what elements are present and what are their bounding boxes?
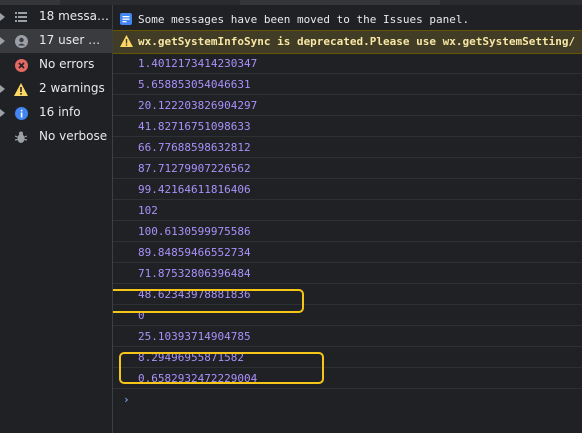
- expand-arrow-icon[interactable]: [0, 37, 5, 45]
- warning-icon: [14, 82, 28, 96]
- issues-notice: Some messages have been moved to the Iss…: [113, 10, 582, 30]
- list-icon: [14, 10, 28, 24]
- log-value: 102: [138, 204, 158, 217]
- sidebar-item-user-messages[interactable]: 17 user mes...: [0, 29, 112, 53]
- info-icon: [14, 106, 28, 120]
- console-output[interactable]: Some messages have been moved to the Iss…: [113, 5, 582, 433]
- sidebar-item-label: 17 user mes...: [39, 33, 111, 47]
- log-value: 5.658853054046631: [138, 78, 251, 91]
- log-row[interactable]: 20.122203826904297: [113, 95, 582, 116]
- info-square-icon: [120, 13, 132, 28]
- sidebar-item-label: 18 messages: [39, 9, 111, 23]
- issues-notice-text: Some messages have been moved to the Iss…: [138, 13, 470, 26]
- log-row[interactable]: 5.658853054046631: [113, 74, 582, 95]
- warning-icon: [120, 35, 133, 50]
- log-value: 41.82716751098633: [138, 120, 251, 133]
- log-value: 20.122203826904297: [138, 99, 258, 112]
- log-row[interactable]: 41.82716751098633: [113, 116, 582, 137]
- log-row[interactable]: 1.4012173414230347: [113, 53, 582, 74]
- log-value: 100.6130599975586: [138, 225, 251, 238]
- warning-message[interactable]: wx.getSystemInfoSync is deprecated.Pleas…: [113, 30, 582, 54]
- highlight-box-last: [119, 352, 324, 384]
- log-row[interactable]: 89.84859466552734: [113, 242, 582, 263]
- sidebar-item-info[interactable]: 16 info: [0, 101, 112, 125]
- log-value: 1.4012173414230347: [138, 57, 258, 70]
- sidebar-item-errors[interactable]: No errors: [0, 53, 112, 77]
- log-row[interactable]: 71.87532806396484: [113, 263, 582, 284]
- warning-text: wx.getSystemInfoSync is deprecated.Pleas…: [138, 35, 576, 48]
- prompt-caret-icon: ›: [123, 393, 130, 406]
- log-row[interactable]: 25.10393714904785: [113, 326, 582, 347]
- sidebar-item-label: No verbose: [39, 129, 108, 143]
- log-value: 87.71279907226562: [138, 162, 251, 175]
- expand-arrow-icon[interactable]: [0, 13, 5, 21]
- log-row[interactable]: 99.42164611816406: [113, 179, 582, 200]
- sidebar-item-label: No errors: [39, 57, 95, 71]
- sidebar-item-messages[interactable]: 18 messages: [0, 5, 112, 29]
- error-icon: [14, 58, 28, 72]
- log-value: 66.77688598632812: [138, 141, 251, 154]
- bug-icon: [14, 130, 28, 144]
- user-icon: [14, 34, 28, 48]
- log-value: 71.87532806396484: [138, 267, 251, 280]
- console-sidebar: 18 messages 17 user mes... No errors: [0, 5, 113, 433]
- log-row[interactable]: 102: [113, 200, 582, 221]
- log-value: 89.84859466552734: [138, 246, 251, 259]
- log-value: 99.42164611816406: [138, 183, 251, 196]
- log-row[interactable]: 66.77688598632812: [113, 137, 582, 158]
- sidebar-item-verbose[interactable]: No verbose: [0, 125, 112, 149]
- console-prompt[interactable]: ›: [113, 389, 582, 409]
- highlight-box-zero: [113, 289, 304, 313]
- sidebar-item-warnings[interactable]: 2 warnings: [0, 77, 112, 101]
- sidebar-item-label: 16 info: [39, 105, 81, 119]
- sidebar-item-label: 2 warnings: [39, 81, 105, 95]
- log-row[interactable]: 100.6130599975586: [113, 221, 582, 242]
- expand-arrow-icon[interactable]: [0, 109, 5, 117]
- log-row[interactable]: 87.71279907226562: [113, 158, 582, 179]
- expand-arrow-icon[interactable]: [0, 85, 5, 93]
- log-value: 25.10393714904785: [138, 330, 251, 343]
